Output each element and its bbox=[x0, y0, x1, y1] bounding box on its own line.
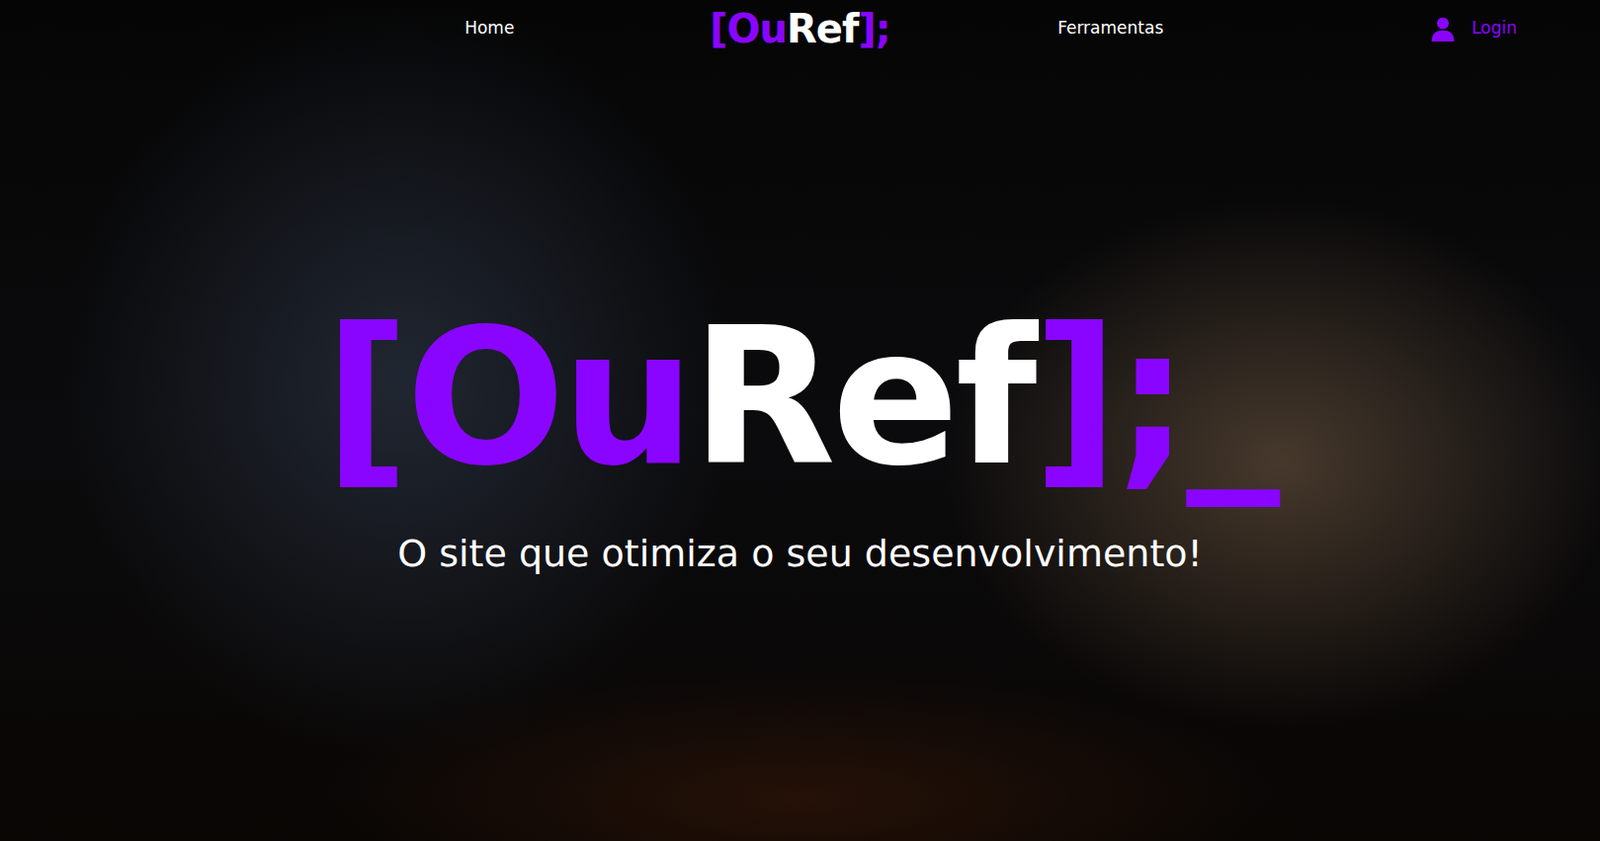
logo-part: Ref bbox=[786, 5, 858, 52]
home-link[interactable]: Home bbox=[464, 15, 514, 42]
logo-part: [Ou bbox=[709, 5, 787, 52]
hero-logo[interactable]: [OuRef];_ bbox=[0, 304, 1600, 493]
top-nav: Home [OuRef]; Ferramentas Login bbox=[0, 0, 1600, 58]
login-link[interactable]: Login bbox=[1430, 15, 1577, 42]
tagline: O site que otimiza o seu desenvolvimento… bbox=[0, 525, 1600, 583]
logo-part: [Ou bbox=[324, 288, 692, 507]
logo-part: _ bbox=[1185, 288, 1276, 507]
user-icon bbox=[1430, 15, 1456, 42]
logo-part: Ref bbox=[690, 288, 1033, 507]
login-label: Login bbox=[1471, 15, 1517, 42]
hero: [OuRef];_ O site que otimiza o seu desenv… bbox=[0, 57, 1600, 598]
logo-part: ]; bbox=[1032, 288, 1186, 507]
site-logo[interactable]: [OuRef]; bbox=[709, 8, 890, 49]
page-background: Home[OuRef];FerramentasLogin [OuRef];_O … bbox=[0, 0, 1600, 841]
tools-link[interactable]: Ferramentas bbox=[1057, 15, 1164, 42]
logo-part: ]; bbox=[857, 5, 890, 52]
